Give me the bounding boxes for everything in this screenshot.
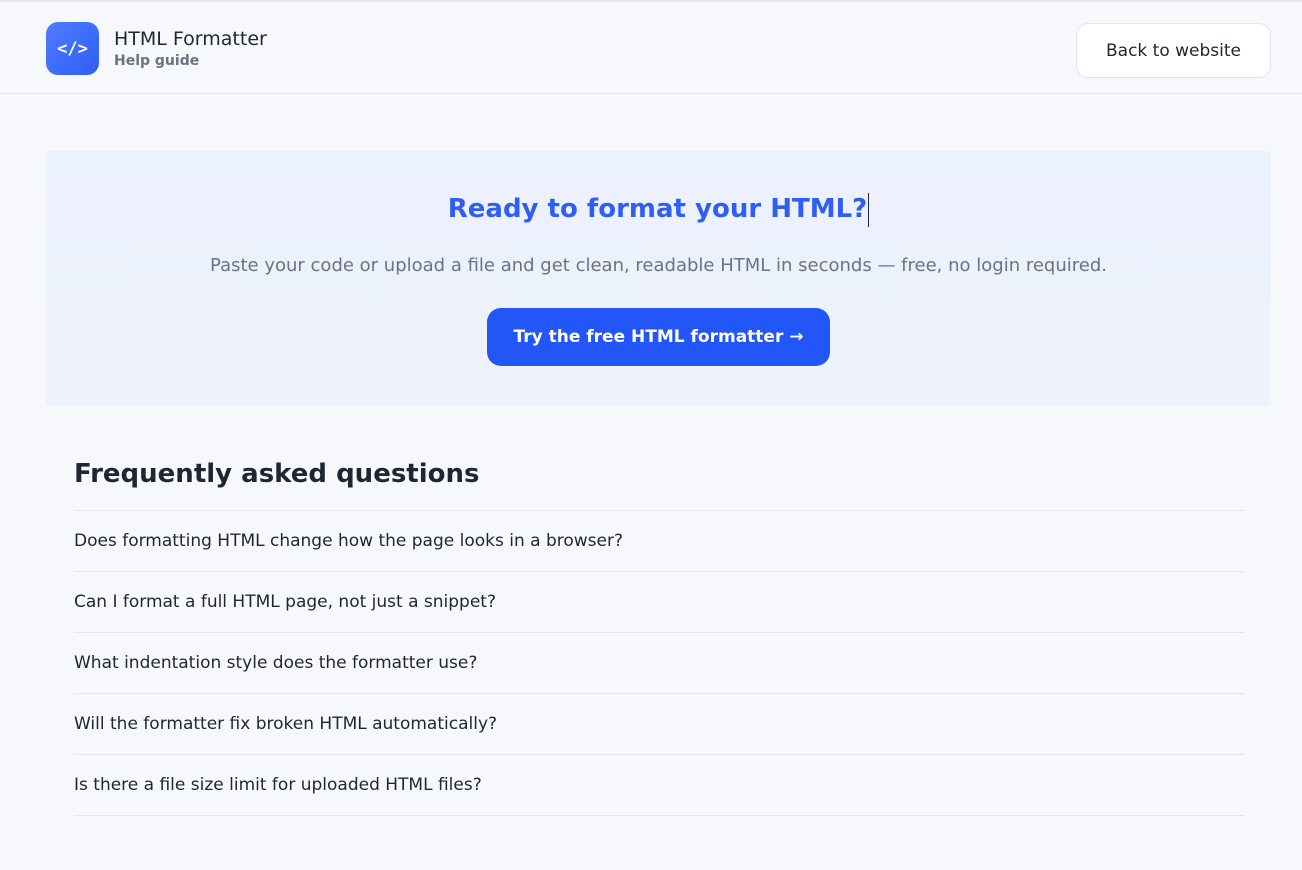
hero-title-text: Ready to format your HTML? bbox=[447, 194, 868, 224]
faq-section: Frequently asked questions Does formatti… bbox=[74, 456, 1244, 816]
faq-title: Frequently asked questions bbox=[74, 459, 480, 489]
brand-text: HTML Formatter Help guide bbox=[114, 27, 267, 71]
try-formatter-button[interactable]: Try the free HTML formatter → bbox=[487, 308, 830, 366]
hero-title: Ready to format your HTML? bbox=[46, 191, 1271, 227]
text-cursor bbox=[868, 192, 870, 227]
faq-item[interactable]: Is there a file size limit for uploaded … bbox=[74, 755, 1244, 816]
back-to-website-button[interactable]: Back to website bbox=[1076, 23, 1271, 78]
code-brackets-icon: </> bbox=[46, 22, 99, 75]
app-subtitle: Help guide bbox=[114, 52, 200, 69]
hero-subtitle: Paste your code or upload a file and get… bbox=[210, 255, 1107, 276]
brand[interactable]: </> HTML Formatter Help guide bbox=[46, 22, 267, 75]
faq-item[interactable]: What indentation style does the formatte… bbox=[74, 633, 1244, 694]
faq-list: Does formatting HTML change how the page… bbox=[74, 510, 1244, 816]
faq-item[interactable]: Can I format a full HTML page, not just … bbox=[74, 572, 1244, 633]
faq-item[interactable]: Does formatting HTML change how the page… bbox=[74, 511, 1244, 572]
app-title: HTML Formatter bbox=[114, 27, 267, 50]
hero-banner: Ready to format your HTML? Paste your co… bbox=[46, 151, 1271, 406]
faq-item[interactable]: Will the formatter fix broken HTML autom… bbox=[74, 694, 1244, 755]
top-bar: </> HTML Formatter Help guide Back to we… bbox=[0, 0, 1302, 94]
